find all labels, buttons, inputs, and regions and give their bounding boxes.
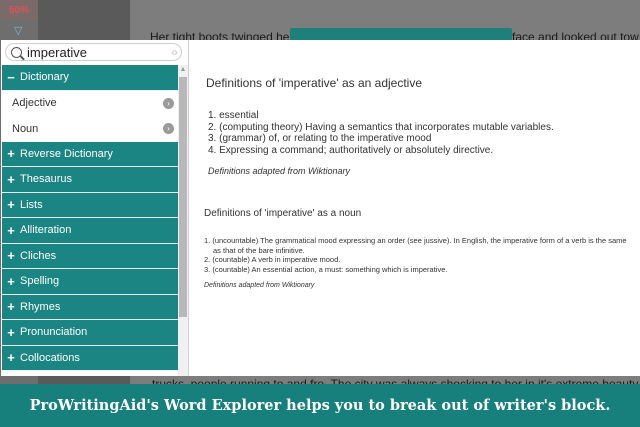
sidebar-item-label: Rhymes <box>20 300 61 313</box>
noun-source-note: Definitions adapted from Wiktionary <box>204 282 315 289</box>
scroll-up-icon[interactable]: ▲ <box>178 65 188 75</box>
expand-icon: + <box>7 324 15 340</box>
expand-icon: + <box>7 222 15 238</box>
definition-item: 4. Expressing a command; authoritatively… <box>208 144 494 156</box>
search-icon <box>11 46 22 58</box>
sidebar-item-label: Lists <box>20 198 43 211</box>
sidebar-item-noun[interactable]: Noun › <box>2 116 178 142</box>
expand-icon: + <box>7 350 15 366</box>
sidebar-scrollbar[interactable]: ▲ <box>178 65 188 376</box>
sidebar-item-label: Alliteration <box>20 224 72 237</box>
caption-text: ProWritingAid's Word Explorer helps you … <box>29 397 611 414</box>
sidebar-item-cliches[interactable]: + Cliches <box>2 243 178 269</box>
definition-item: 2. (computing theory) Having a semantics… <box>208 121 554 133</box>
sidebar-item-rhymes[interactable]: + Rhymes <box>2 294 178 320</box>
chevron-right-icon: › <box>163 97 174 109</box>
adjective-source-note: Definitions adapted from Wiktionary <box>208 166 350 176</box>
sidebar-item-label: Thesaurus <box>20 173 72 186</box>
collapse-icon: − <box>7 69 15 85</box>
sidebar-item-label: Adjective <box>12 97 57 110</box>
filter-icon: ▽ <box>14 25 23 37</box>
expand-icon: + <box>7 273 15 289</box>
expand-icon: + <box>7 248 15 264</box>
expand-icon: + <box>7 299 15 315</box>
definition-item: 3. (countable) An essential action, a mu… <box>204 264 448 274</box>
adjective-definitions-list: 1. essential 2. (computing theory) Havin… <box>208 110 554 156</box>
search-box: ‹› <box>5 43 182 61</box>
noun-definitions-heading: Definitions of 'imperative' as a noun <box>204 208 362 219</box>
sidebar-item-thesaurus[interactable]: + Thesaurus <box>2 167 178 193</box>
sidebar-item-label: Cliches <box>20 249 57 262</box>
definition-item: 1. (uncountable) The grammatical mood ex… <box>204 236 627 255</box>
sidebar-item-label: Dictionary <box>20 71 69 84</box>
scrollbar-thumb[interactable] <box>179 77 187 317</box>
expand-icon: + <box>7 171 15 187</box>
expand-icon: + <box>7 197 15 213</box>
sidebar-item-reverse-dictionary[interactable]: + Reverse Dictionary <box>2 141 178 167</box>
word-explorer-panel: ‹› − Dictionary Adjective › Noun › + Rev… <box>1 40 640 376</box>
sidebar-item-lists[interactable]: + Lists <box>2 192 178 218</box>
expand-icon: + <box>7 146 15 162</box>
sidebar-item-label: Collocations <box>20 351 80 364</box>
sidebar-item-pronunciation[interactable]: + Pronunciation <box>2 320 178 346</box>
search-input[interactable] <box>27 44 147 60</box>
sidebar-item-dictionary[interactable]: − Dictionary <box>2 65 178 91</box>
sidebar-item-alliteration[interactable]: + Alliteration <box>2 218 178 244</box>
definitions-pane: Definitions of 'imperative' as an adject… <box>191 40 640 376</box>
zoom-level[interactable]: 50% <box>0 0 38 20</box>
definition-item: 2. (countable) A verb in imperative mood… <box>204 255 341 264</box>
sidebar-item-adjective[interactable]: Adjective › <box>2 90 178 116</box>
definition-item: 3. (grammar) of, or relating to the impe… <box>208 133 432 144</box>
caption-banner: ProWritingAid's Word Explorer helps you … <box>0 384 640 427</box>
sidebar-item-label: Reverse Dictionary <box>20 147 113 160</box>
sidebar-item-label: Pronunciation <box>20 326 88 339</box>
word-explorer-sidebar: ‹› − Dictionary Adjective › Noun › + Rev… <box>1 40 189 376</box>
chevron-right-icon: › <box>163 123 174 134</box>
sidebar-item-label: Spelling <box>20 275 60 288</box>
noun-definitions-list: 1. (uncountable) The grammatical mood ex… <box>204 236 629 274</box>
adjective-definitions-heading: Definitions of 'imperative' as an adject… <box>206 76 423 90</box>
sidebar-item-label: Noun <box>12 122 39 135</box>
history-arrows-icon[interactable]: ‹› <box>171 45 178 59</box>
sidebar-menu: − Dictionary Adjective › Noun › + Revers… <box>2 65 178 371</box>
sidebar-item-spelling[interactable]: + Spelling <box>2 269 178 295</box>
definition-item: 1. essential <box>208 110 259 121</box>
sidebar-item-collocations[interactable]: + Collocations <box>2 345 178 371</box>
